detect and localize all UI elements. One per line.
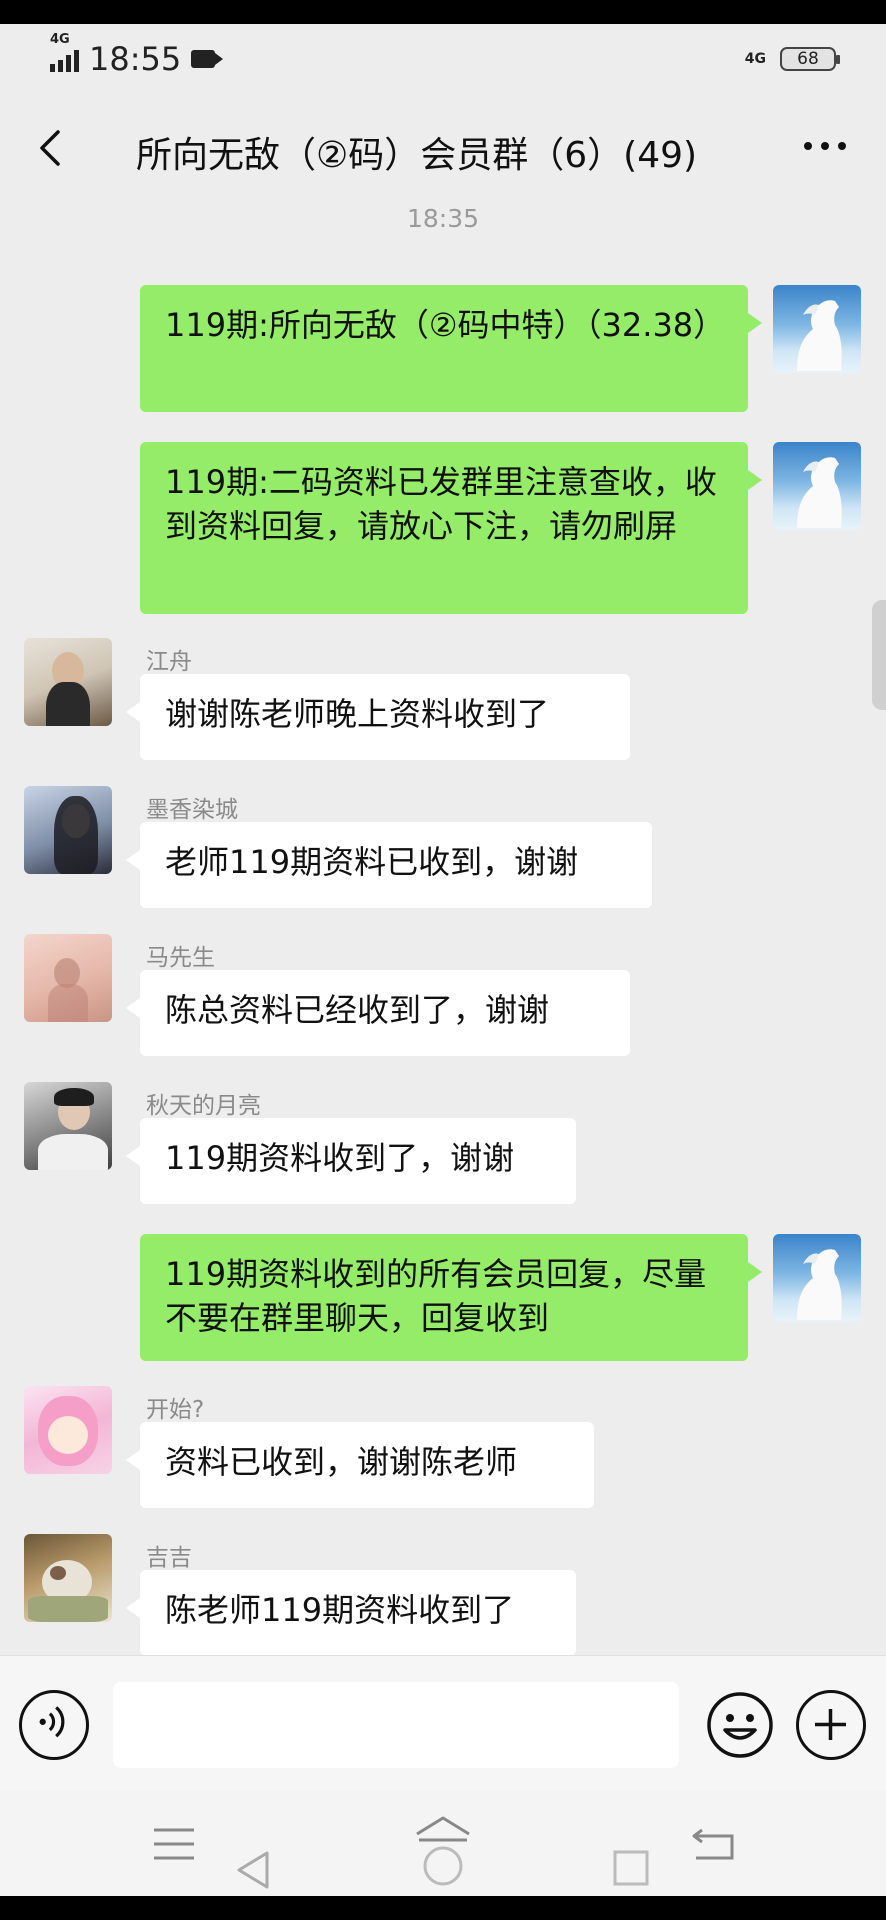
emoji-icon[interactable] [705, 1690, 775, 1760]
input-bar [0, 1655, 886, 1790]
other-message-bubble[interactable]: 资料已收到，谢谢陈老师 [126, 1422, 594, 1508]
other-message-bubble[interactable]: 陈老师119期资料收到了 [126, 1570, 576, 1656]
my-message-bubble[interactable]: 119期:所向无敌（②码中特）（32.38） [140, 285, 762, 412]
white-horse-avatar[interactable] [773, 1234, 861, 1322]
chat-title: 所向无敌（②码）会员群（6）(49) [136, 135, 698, 176]
message-text: 资料已收到，谢谢陈老师 [165, 1443, 518, 1481]
plus-icon[interactable] [796, 1690, 866, 1760]
home-icon[interactable] [413, 1812, 473, 1888]
back-triangle-icon[interactable] [236, 1850, 270, 1890]
other-message-bubble[interactable]: 陈总资料已经收到了，谢谢 [126, 970, 630, 1056]
battery-icon: 68 [780, 47, 840, 71]
voice-icon[interactable] [19, 1690, 89, 1760]
camera-icon [191, 50, 224, 68]
sender-name: 马先生 [146, 945, 215, 971]
user-avatar[interactable] [24, 786, 112, 874]
status-time: 18:55 [89, 40, 182, 78]
return-icon[interactable] [690, 1826, 736, 1862]
message-text: 老师119期资料已收到，谢谢 [165, 843, 579, 881]
user-avatar[interactable] [24, 1534, 112, 1622]
other-message-bubble[interactable]: 谢谢陈老师晚上资料收到了 [126, 674, 630, 760]
menu-icon[interactable] [152, 1826, 196, 1862]
battery-level: 68 [797, 49, 819, 69]
message-text: 119期资料收到的所有会员回复，尽量不要在群里聊天，回复收到 [165, 1255, 707, 1337]
more-options-icon[interactable] [804, 142, 846, 150]
sender-name: 江舟 [146, 649, 192, 675]
other-message-bubble[interactable]: 老师119期资料已收到，谢谢 [126, 822, 652, 908]
user-avatar[interactable] [24, 638, 112, 726]
white-horse-avatar[interactable] [773, 442, 861, 530]
message-list[interactable]: 18:35 119期:所向无敌（②码中特）（32.38） 119期:二码资料已发… [0, 190, 886, 1656]
message-text: 119期:二码资料已发群里注意查收，收到资料回复，请放心下注，请勿刷屏 [165, 463, 717, 545]
message-text: 陈老师119期资料收到了 [165, 1591, 515, 1629]
status-right: 4G 68 [744, 47, 840, 71]
sender-name: 秋天的月亮 [146, 1093, 261, 1119]
white-horse-avatar[interactable] [773, 285, 861, 373]
message-timestamp: 18:35 [406, 204, 480, 233]
scroll-handle[interactable] [872, 600, 886, 710]
recents-icon[interactable] [613, 1850, 649, 1886]
user-avatar[interactable] [24, 934, 112, 1022]
network-type-label: 4G [50, 32, 70, 47]
system-nav-bar [0, 1790, 886, 1896]
top-black-strip [0, 0, 886, 24]
user-avatar[interactable] [24, 1082, 112, 1170]
message-input[interactable] [113, 1682, 679, 1768]
message-text: 谢谢陈老师晚上资料收到了 [165, 695, 550, 733]
status-left: 4G 18:55 [50, 32, 224, 78]
chat-header: 所向无敌（②码）会员群（6）(49) [0, 104, 886, 190]
my-message-bubble[interactable]: 119期资料收到的所有会员回复，尽量不要在群里聊天，回复收到 [140, 1234, 762, 1361]
signal-icon: 4G [50, 32, 79, 72]
sender-name: 开始? [146, 1397, 205, 1423]
message-text: 119期:所向无敌（②码中特）（32.38） [165, 306, 726, 344]
bottom-black-strip [0, 1896, 886, 1920]
network-4g-label: 4G [744, 51, 766, 67]
message-text: 陈总资料已经收到了，谢谢 [165, 991, 550, 1029]
my-message-bubble[interactable]: 119期:二码资料已发群里注意查收，收到资料回复，请放心下注，请勿刷屏 [140, 442, 762, 614]
user-avatar[interactable] [24, 1386, 112, 1474]
other-message-bubble[interactable]: 119期资料收到了，谢谢 [126, 1118, 576, 1204]
status-bar: 4G 18:55 4G 68 [0, 24, 886, 94]
message-text: 119期资料收到了，谢谢 [165, 1139, 515, 1177]
sender-name: 吉吉 [146, 1545, 192, 1571]
back-arrow-icon[interactable] [36, 128, 66, 168]
sender-name: 墨香染城 [146, 797, 238, 823]
